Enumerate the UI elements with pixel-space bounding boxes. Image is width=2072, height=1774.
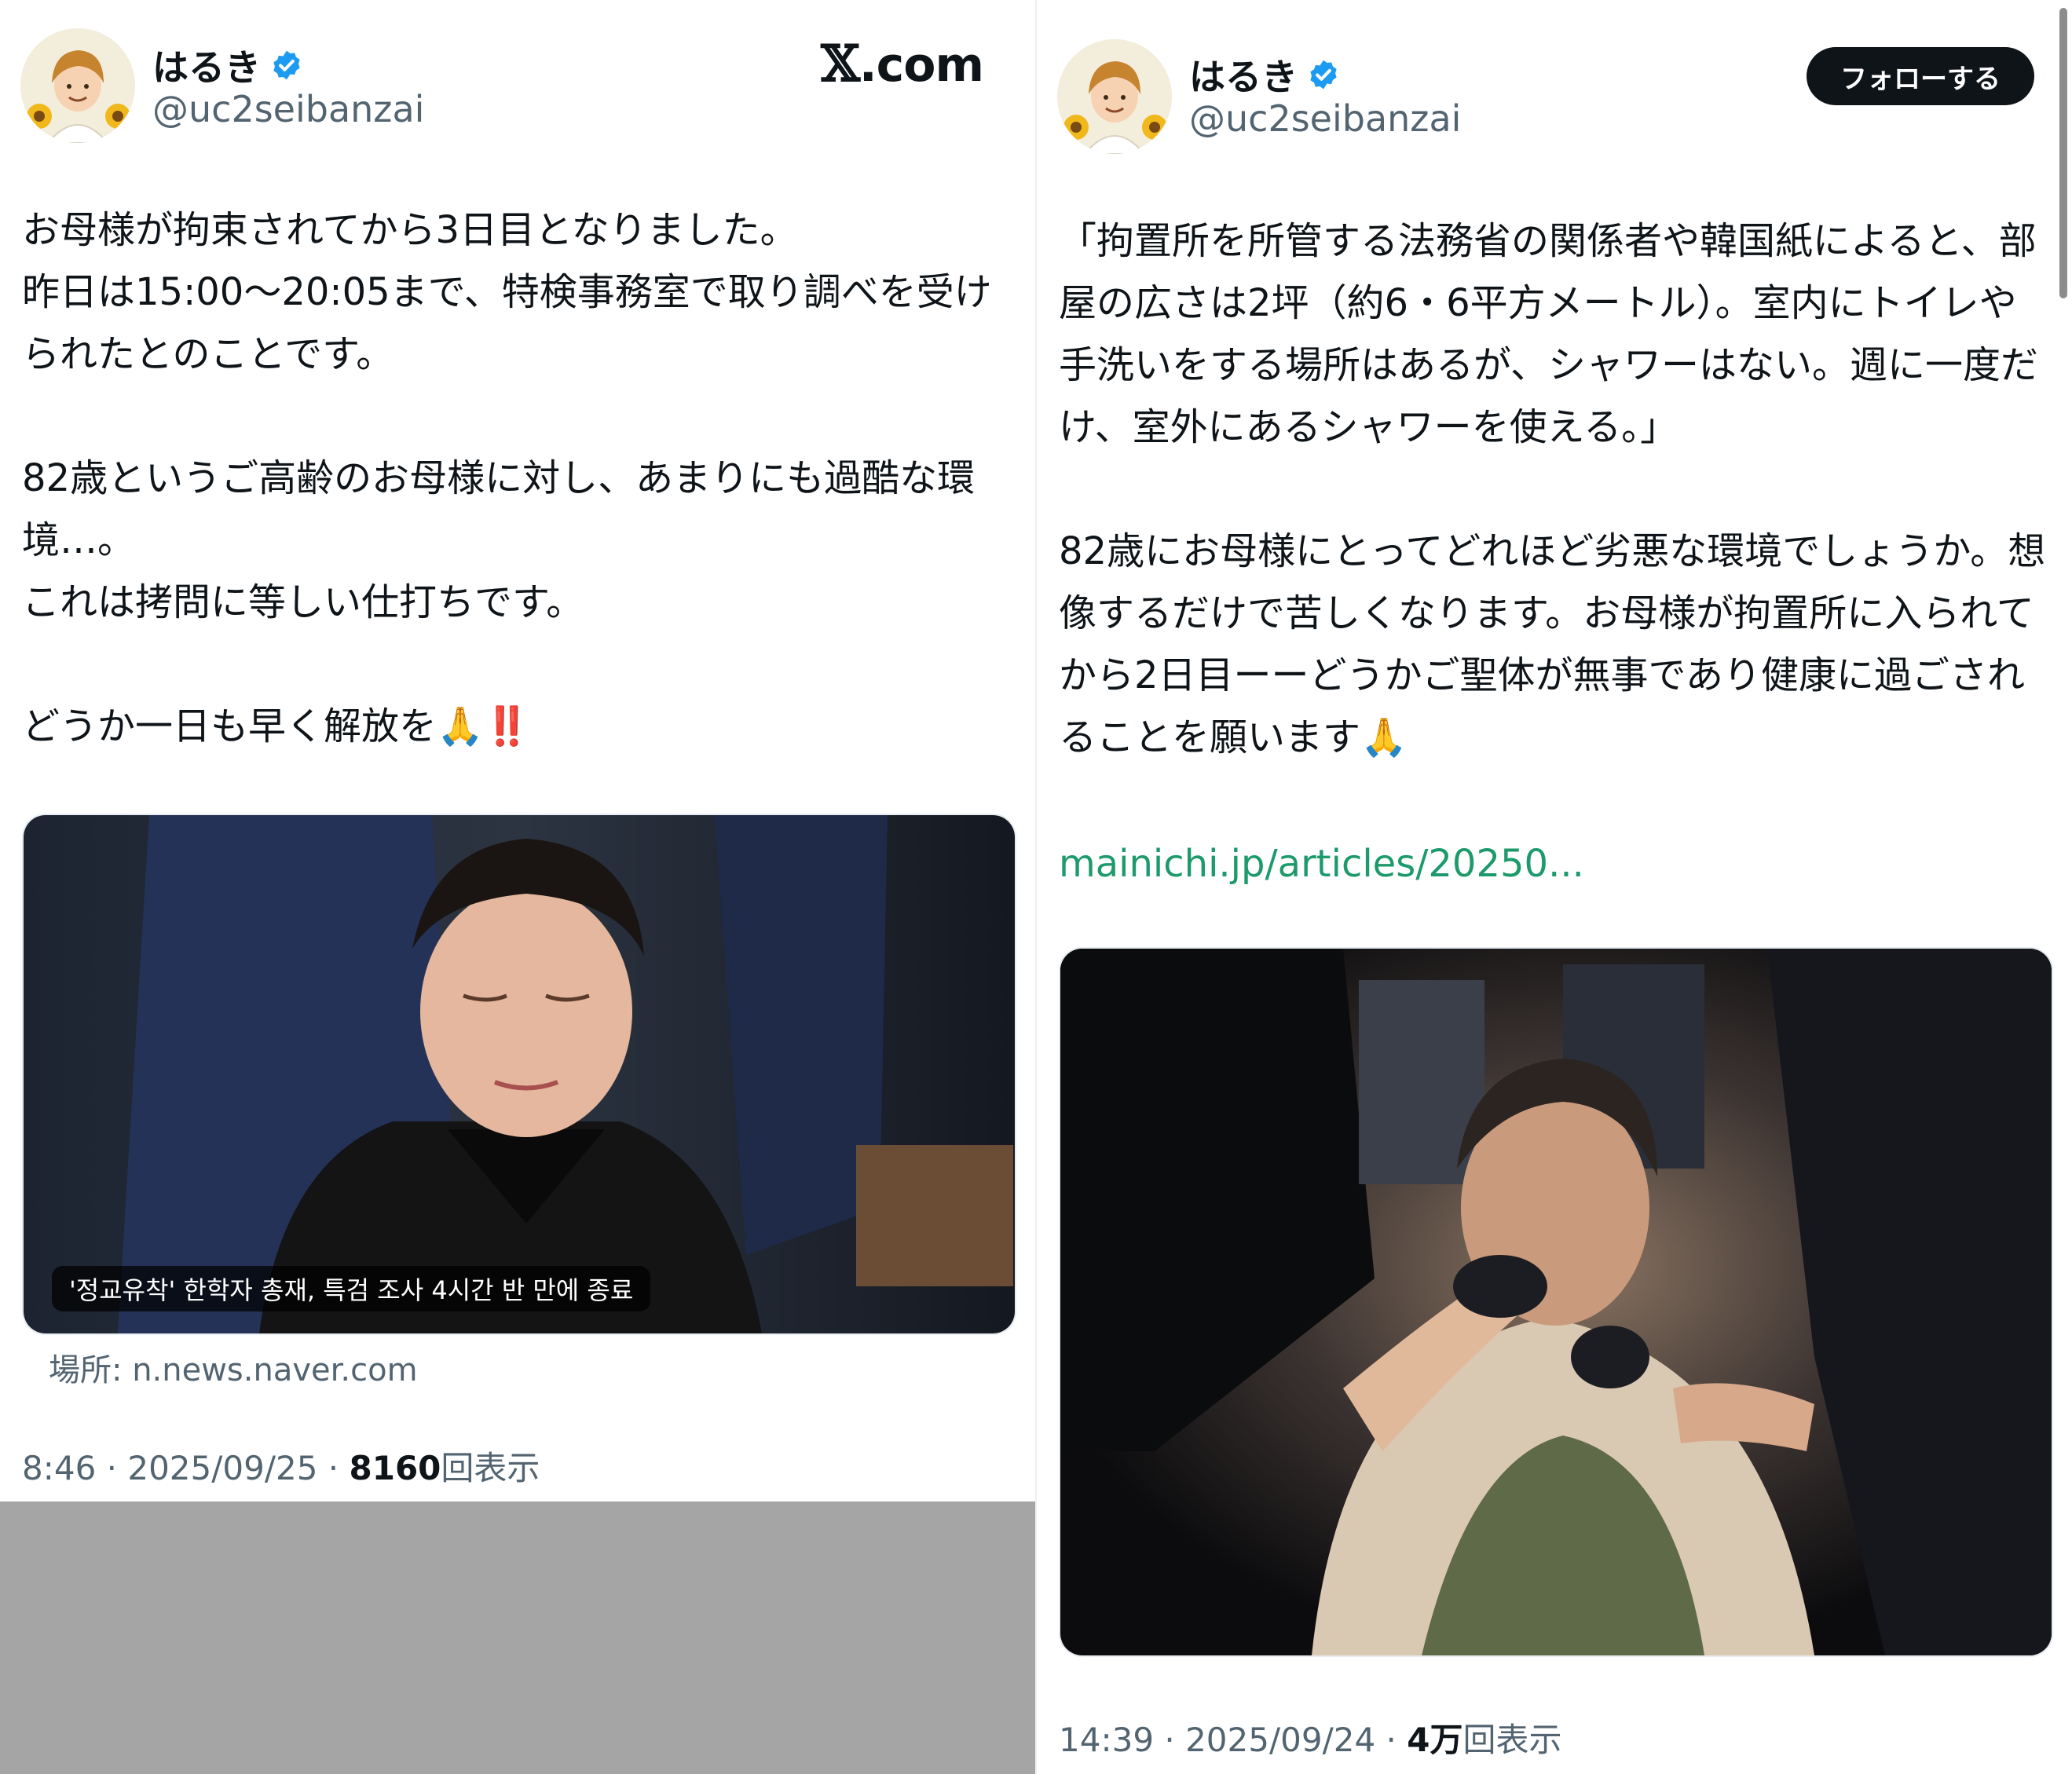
media-image[interactable]: '정교유착' 한학자 총재, 특검 조사 4시간 반 만에 종료 [22, 814, 1016, 1335]
left-post-panel: はるき @uc2seibanzai 𝕏.com お母様が拘束されてから3日目とな… [0, 0, 1035, 1774]
avatar[interactable] [1057, 39, 1172, 154]
display-name[interactable]: はるき [1189, 49, 1340, 101]
post-body: お母様が拘束されてから3日目となりました。 昨日は15:00〜20:05まで、特… [22, 208, 992, 748]
views-count: 8160 [349, 1449, 441, 1487]
site-label: .com [858, 38, 984, 93]
media-image[interactable] [1059, 947, 2053, 1657]
display-name[interactable]: はるき [152, 39, 303, 91]
views-label: 回表示 [1462, 1721, 1562, 1759]
verified-badge-icon [270, 49, 303, 82]
source-link[interactable]: 場所: n.news.naver.com [49, 1344, 418, 1390]
views-label: 回表示 [441, 1449, 540, 1487]
post-body: 「拘置所を所管する法務省の関係者や韓国紙によると、部屋の広さは2坪（約6・6平方… [1059, 219, 2046, 759]
post-meta: 14:39 · 2025/09/24 · 4万回表示 [1059, 1714, 1561, 1761]
media-caption: '정교유착' 한학자 총재, 특검 조사 4시간 반 만에 종료 [52, 1266, 651, 1311]
post-meta: 8:46 · 2025/09/25 · 8160回表示 [22, 1442, 540, 1490]
timestamp[interactable]: 14:39 · 2025/09/24 · [1059, 1721, 1407, 1759]
follow-button[interactable]: フォローする [1807, 47, 2034, 105]
x-glyph: 𝕏 [821, 35, 860, 93]
avatar[interactable] [20, 28, 135, 143]
right-post-panel: はるき @uc2seibanzai フォローする 「拘置所を所管する法務省の関係… [1037, 0, 2072, 1774]
x-logo-icon[interactable]: 𝕏.com [821, 35, 984, 93]
verified-badge-icon [1307, 58, 1340, 91]
handle[interactable]: @uc2seibanzai [152, 88, 424, 130]
timestamp[interactable]: 8:46 · 2025/09/25 · [22, 1449, 350, 1487]
scrollbar[interactable] [2059, 8, 2067, 298]
handle[interactable]: @uc2seibanzai [1189, 97, 1461, 140]
views-count: 4万 [1407, 1721, 1463, 1759]
article-link[interactable]: mainichi.jp/articles/20250... [1059, 842, 1584, 886]
gray-block [0, 1501, 1035, 1774]
